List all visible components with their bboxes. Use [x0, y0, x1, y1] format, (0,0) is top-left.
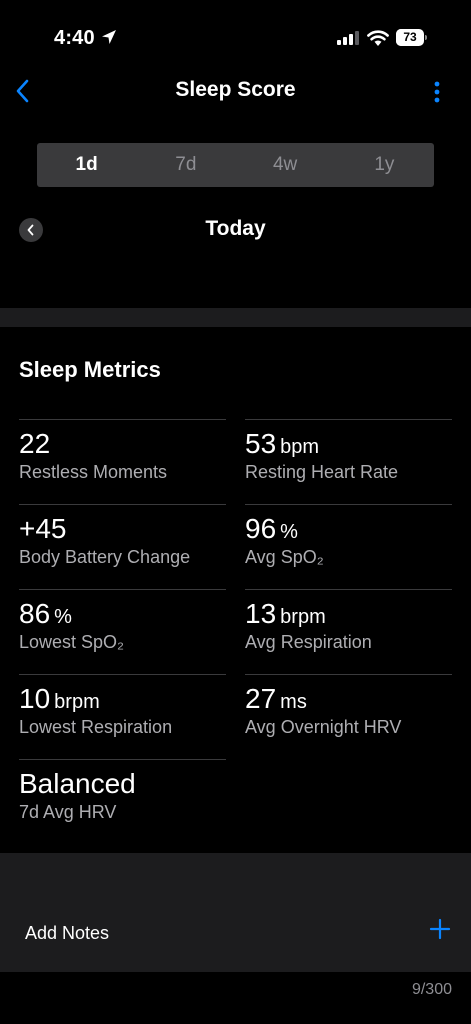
page-title: Sleep Score: [175, 78, 296, 101]
metric-restless-moments: 22 Restless Moments: [19, 419, 226, 504]
segment-7d[interactable]: 7d: [136, 143, 235, 187]
battery-icon: 73: [396, 29, 427, 46]
wifi-icon: [367, 30, 389, 46]
metric-label: Lowest Respiration: [19, 717, 173, 737]
cellular-signal-icon: [337, 31, 359, 45]
battery-percent: 73: [403, 30, 417, 44]
notes-char-count: 9/300: [411, 981, 452, 998]
metric-unit: bpm: [280, 436, 320, 458]
section-divider: [0, 308, 471, 327]
metric-value: 13: [245, 598, 277, 629]
metric-value: Balanced: [19, 768, 136, 799]
location-arrow-icon: [102, 30, 116, 44]
metric-label: Avg Respiration: [245, 632, 372, 652]
metric-unit: brpm: [280, 606, 326, 628]
metric-unit: ms: [280, 691, 307, 713]
battery-tip: [425, 35, 427, 40]
period-segmented-control: 1d 7d 4w 1y: [37, 143, 434, 187]
metric-avg-overnight-hrv: 27 ms Avg Overnight HRV: [245, 674, 452, 759]
metric-value: 53: [245, 428, 277, 459]
metric-avg-respiration: 13 brpm Avg Respiration: [245, 589, 452, 674]
section-title: Sleep Metrics: [19, 357, 161, 382]
metric-label: Lowest SpO₂: [19, 632, 125, 652]
metric-value: 86: [19, 598, 51, 629]
metric-avg-spo2: 96% Avg SpO₂: [245, 504, 452, 589]
metric-label: Resting Heart Rate: [245, 462, 399, 482]
vertical-ellipsis-icon[interactable]: [428, 79, 446, 105]
metric-label: 7d Avg HRV: [19, 802, 117, 822]
metric-label: Avg SpO₂: [245, 547, 324, 567]
status-time: 4:40: [54, 27, 95, 49]
segment-4w[interactable]: 4w: [236, 143, 335, 187]
metric-value: 10: [19, 683, 51, 714]
add-notes-row[interactable]: Add Notes: [0, 895, 471, 972]
metric-label: Avg Overnight HRV: [245, 717, 402, 737]
metric-unit: %: [54, 606, 72, 628]
metric-value: +45: [19, 513, 67, 544]
metric-body-battery-change: +45 Body Battery Change: [19, 504, 226, 589]
metric-lowest-spo2: 86% Lowest SpO₂: [19, 589, 226, 674]
metric-value: 22: [19, 428, 51, 459]
add-notes-label: Add Notes: [25, 923, 110, 943]
metric-unit: brpm: [54, 691, 100, 713]
plus-icon[interactable]: [429, 918, 451, 940]
segment-1d[interactable]: 1d: [37, 143, 136, 187]
metric-7d-avg-hrv: Balanced 7d Avg HRV: [19, 759, 226, 844]
metric-value: 27: [245, 683, 277, 714]
metric-unit: %: [280, 521, 298, 543]
metric-lowest-respiration: 10 brpm Lowest Respiration: [19, 674, 226, 759]
metric-value: 96: [245, 513, 277, 544]
date-label: Today: [205, 217, 266, 240]
metric-label: Restless Moments: [19, 462, 168, 482]
metric-label: Body Battery Change: [19, 547, 191, 567]
battery-body: 73: [396, 29, 424, 46]
sleep-metrics-card: Sleep Metrics 22 Restless Moments 53 bpm …: [0, 327, 471, 853]
metric-resting-heart-rate: 53 bpm Resting Heart Rate: [245, 419, 452, 504]
section-divider: [0, 853, 471, 895]
segment-1y[interactable]: 1y: [335, 143, 434, 187]
status-bar: 4:40 73: [0, 0, 471, 60]
